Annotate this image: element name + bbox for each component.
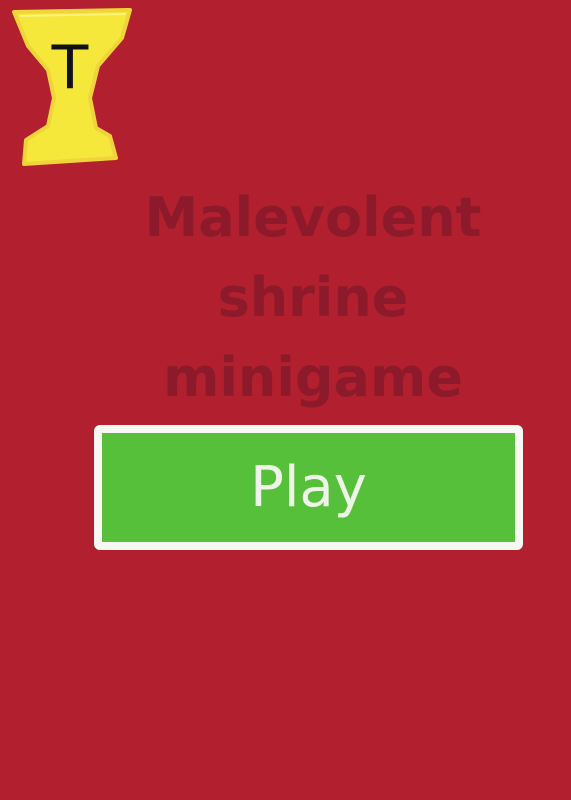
play-button[interactable]: Play xyxy=(94,425,523,550)
trophy-letter: T xyxy=(51,33,89,103)
game-title: Malevolent shrine minigame xyxy=(95,178,531,418)
title-line-3: minigame xyxy=(163,346,463,409)
title-line-2: shrine xyxy=(217,266,409,329)
title-line-1: Malevolent xyxy=(144,186,482,249)
trophy-icon: T xyxy=(12,8,132,166)
trophy-button[interactable]: T xyxy=(10,6,134,168)
